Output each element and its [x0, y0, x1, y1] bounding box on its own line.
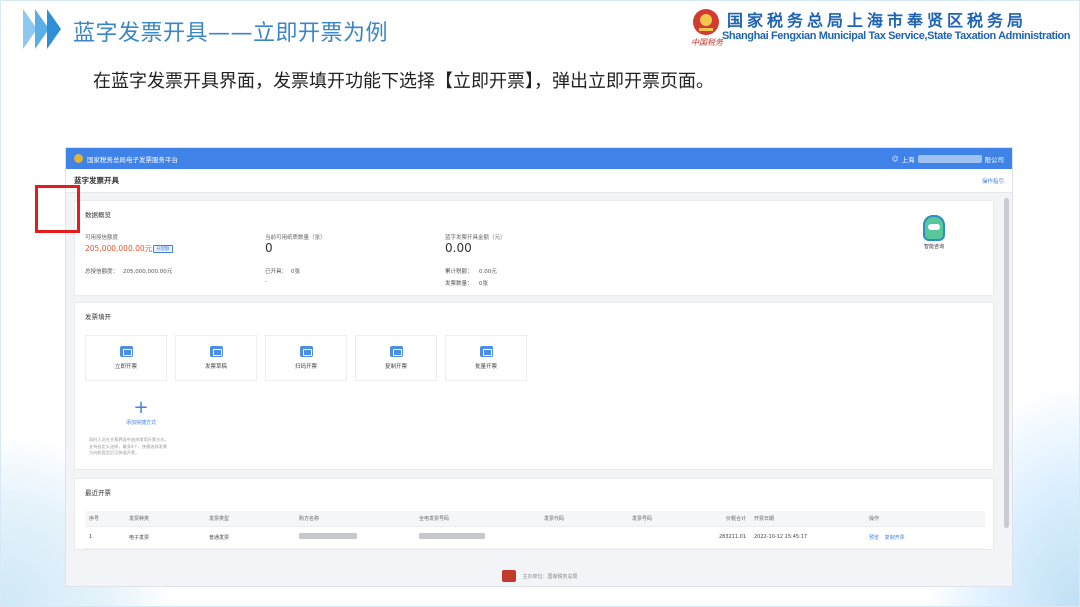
page-title: 蓝字发票开具 — [74, 176, 119, 185]
org-name-cn: 国家税务总局上海市奉贤区税务局 — [727, 11, 1028, 30]
add-shortcut-button[interactable]: + 添加快捷方式 — [101, 397, 181, 427]
buyer-name-redacted — [299, 533, 357, 539]
cell-date: 2022-10-12 15:45:17 — [750, 526, 865, 549]
company-suffix: 限公司 — [984, 155, 1005, 164]
copy-issue-link[interactable]: 复制开票 — [885, 535, 905, 541]
cell-code — [540, 526, 628, 549]
total-credit-value: 205,000,000.00元 — [123, 269, 173, 275]
user-icon: ☺ — [891, 154, 899, 163]
issued-dash: - — [265, 279, 267, 285]
slide-title: 蓝字发票开具——立即开票为例 — [73, 21, 389, 46]
credit-value: 205,000,000.00元 — [85, 244, 153, 253]
card-issue-now[interactable]: 立即开票 — [85, 335, 167, 381]
draft-icon — [209, 346, 223, 357]
card-label: 批量开票 — [474, 364, 497, 370]
highlight-issue-now — [35, 185, 80, 233]
cell-index: 1 — [85, 526, 125, 549]
page-header: 蓝字发票开具 操作指引 — [66, 169, 1012, 193]
cell-buyer — [295, 526, 415, 549]
recent-table: 序号 发票种类 发票类型 购方名称 全电发票号码 发票代码 发票号码 价税合计 … — [85, 511, 985, 549]
total-credit-label: 总授信额度： — [85, 269, 119, 275]
issue-now-icon — [119, 346, 133, 357]
card-copy[interactable]: 复制开票 — [355, 335, 437, 381]
blue-amount-value: 0.00 — [445, 241, 472, 255]
cell-number — [628, 526, 688, 549]
credit-label: 可用授信额度 — [85, 235, 119, 241]
overview-title: 数据概览 — [85, 211, 111, 219]
chevron-decoration-icon — [23, 9, 61, 49]
cell-type: 普通发票 — [205, 526, 295, 549]
available-count-label: 当前可用纸质数量（张） — [265, 235, 326, 241]
footer-emblem-icon — [502, 570, 517, 582]
cell-invoice-no — [415, 526, 540, 549]
card-label: 发票草稿 — [204, 364, 227, 370]
column-header: 全电发票号码 — [415, 511, 540, 527]
card-scan[interactable]: 扫码开票 — [265, 335, 347, 381]
copy-icon — [389, 346, 403, 357]
table-header-row: 序号 发票种类 发票类型 购方名称 全电发票号码 发票代码 发票号码 价税合计 … — [85, 511, 985, 527]
issue-title: 发票填开 — [85, 313, 111, 321]
overview-panel: 数据概览 可用授信额度 205,000,000.00元 分配额 总授信额度： 2… — [74, 200, 994, 296]
invoice-count-value: 0张 — [479, 281, 488, 287]
card-label: 立即开票 — [114, 364, 137, 370]
cell-total: 283211.01 — [688, 526, 750, 549]
column-header: 发票号码 — [628, 511, 688, 527]
smart-assistant-button[interactable]: 智能咨询 — [917, 215, 951, 250]
app-footer: 主办单位：国家税务总局 — [66, 566, 1012, 586]
cell-kind: 电子发票 — [125, 526, 205, 549]
footer-text: 主办单位：国家税务总局 — [522, 573, 578, 580]
platform-logo-icon — [74, 154, 83, 163]
invoice-number-redacted — [419, 533, 485, 539]
cum-tax-value: 0.00元 — [479, 269, 497, 275]
issued-value: 0张 — [291, 269, 300, 275]
user-menu[interactable]: ☺ 上海 限公司 — [892, 154, 1004, 164]
column-header: 购方名称 — [295, 511, 415, 527]
issued-label: 已开具： — [265, 269, 288, 275]
cell-actions: 预览 复制开票 — [865, 526, 985, 549]
guide-link[interactable]: 操作指引 — [982, 177, 1004, 185]
blue-amount-label: 蓝字发票开具金额（元） — [445, 235, 506, 241]
user-name-redacted — [917, 154, 982, 163]
robot-icon — [923, 215, 945, 241]
slide-frame: 蓝字发票开具——立即开票为例 国家税务总局上海市奉贤区税务局 Shanghai … — [0, 0, 1080, 607]
app-topbar: 国家税务总局电子发票服务平台 ☺ 上海 限公司 — [66, 148, 1012, 169]
card-draft[interactable]: 发票草稿 — [175, 335, 257, 381]
issue-panel: 发票填开 立即开票 发票草稿 扫码开票 复制开票 批量开票 + 添加快捷方式 同… — [74, 302, 994, 470]
tax-emblem-icon — [693, 9, 719, 35]
add-shortcut-desc: 同时人员在开票界面中选择常用开票方式，支持自定义选择，最多4个，快捷选择发票方向… — [89, 437, 169, 455]
table-row: 1 电子发票 普通发票 283211.01 2022-10-12 15:45:1… — [85, 526, 985, 549]
recent-panel: 最近开票 序号 发票种类 发票类型 购方名称 全电发票号码 发票代码 发票号码 … — [74, 478, 994, 550]
platform-title: 国家税务总局电子发票服务平台 — [87, 155, 178, 164]
instruction-text: 在蓝字发票开具界面，发票填开功能下选择【立即开票】，弹出立即开票页面。 — [93, 71, 714, 92]
add-shortcut-label: 添加快捷方式 — [125, 420, 156, 426]
invoice-count-label: 发票数量： — [445, 281, 473, 287]
app-screenshot: 国家税务总局电子发票服务平台 ☺ 上海 限公司 蓝字发票开具 操作指引 数据概览… — [65, 147, 1013, 587]
cum-tax-label: 累计税额： — [445, 269, 473, 275]
org-name-en: Shanghai Fengxian Municipal Tax Service,… — [722, 30, 1071, 42]
column-header: 开票日期 — [750, 511, 865, 527]
column-header: 发票种类 — [125, 511, 205, 527]
plus-icon: + — [133, 397, 149, 418]
scrollbar[interactable] — [1004, 198, 1009, 528]
org-seal-text: 中国税务 — [691, 38, 723, 47]
assistant-label: 智能咨询 — [923, 244, 944, 250]
column-header: 价税合计 — [688, 511, 750, 527]
preview-link[interactable]: 预览 — [869, 535, 879, 541]
recent-title: 最近开票 — [85, 489, 111, 497]
card-label: 复制开票 — [384, 364, 407, 370]
card-label: 扫码开票 — [294, 364, 317, 370]
scan-icon — [299, 346, 313, 357]
column-header: 操作 — [865, 511, 985, 527]
column-header: 发票代码 — [540, 511, 628, 527]
card-batch[interactable]: 批量开票 — [445, 335, 527, 381]
credit-pill[interactable]: 分配额 — [153, 245, 173, 253]
column-header: 发票类型 — [205, 511, 295, 527]
available-count-value: 0 — [265, 241, 273, 255]
user-region: 上海 — [901, 155, 915, 164]
batch-icon — [479, 346, 493, 357]
column-header: 序号 — [85, 511, 125, 527]
